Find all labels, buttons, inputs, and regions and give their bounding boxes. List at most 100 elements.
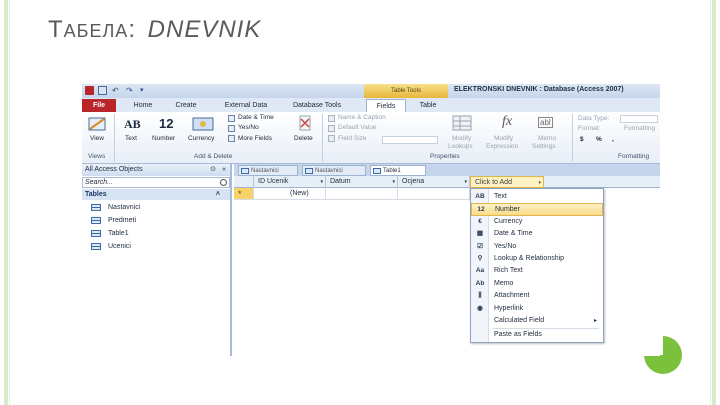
field-size-input[interactable]	[382, 136, 438, 144]
menu-item-attachment[interactable]: ⫼ Attachment	[471, 290, 603, 302]
nav-item-ucenici[interactable]: Ucenici	[82, 240, 230, 253]
menu-item-calculated-field[interactable]: Calculated Field ▸	[471, 315, 603, 327]
nav-item-table1[interactable]: Table1	[82, 227, 230, 240]
cell-ocjena[interactable]	[398, 188, 470, 200]
view-icon[interactable]	[87, 115, 109, 133]
click-to-add-header[interactable]: Click to Add ▾	[470, 176, 544, 188]
column-header-label: Ocjena	[402, 178, 425, 185]
cell-datum[interactable]	[326, 188, 398, 200]
tab-table[interactable]: Table	[410, 99, 446, 112]
slide-title-small: АБЕЛА	[63, 21, 129, 41]
access-window: ↶ ↷ ▾ Table Tools ELEKTRONSKI DNEVNIK : …	[82, 84, 660, 356]
comma-format-button[interactable]: ,	[612, 136, 614, 143]
nav-search-input[interactable]: Search...	[82, 177, 230, 188]
memo-settings-button[interactable]: Memo	[538, 135, 556, 142]
slide-title-sep: :	[128, 16, 136, 43]
more-fields-button[interactable]: More Fields	[238, 135, 272, 142]
menu-item-memo[interactable]: Ab Memo	[471, 278, 603, 290]
tab-database-tools[interactable]: Database Tools	[282, 99, 352, 112]
menu-item-lookup-relationship[interactable]: ⚲ Lookup & Relationship	[471, 253, 603, 265]
menu-item-yes-no[interactable]: ☑ Yes/No	[471, 241, 603, 253]
table-icon	[91, 204, 101, 211]
menu-item-paste-as-fields[interactable]: Paste as Fields	[471, 329, 603, 341]
tab-home[interactable]: Home	[126, 99, 160, 112]
nav-pane-header[interactable]: All Access Objects ⊙ «	[82, 164, 230, 176]
rich-text-icon: Aa	[475, 267, 485, 275]
redo-icon[interactable]: ↷	[126, 86, 135, 95]
column-header-id-ucenik[interactable]: ID Ucenik ▾	[254, 176, 326, 188]
nav-item-label: Nastavnici	[108, 204, 141, 211]
tab-external-data[interactable]: External Data	[216, 99, 276, 112]
collapse-chevron-icon[interactable]: ˄	[216, 189, 220, 200]
record-selector[interactable]: *	[234, 188, 254, 200]
doc-tab-label: Nastavnici	[315, 168, 343, 174]
delete-field-button[interactable]: Delete	[294, 135, 313, 142]
name-caption-button[interactable]: Name & Caption	[338, 114, 386, 121]
title-bar: ↶ ↷ ▾ Table Tools ELEKTRONSKI DNEVNIK : …	[82, 84, 660, 98]
sort-arrow-icon[interactable]: ▾	[464, 176, 467, 188]
memo-icon: Ab	[475, 279, 485, 287]
percent-format-button[interactable]: %	[596, 136, 602, 143]
sort-arrow-icon[interactable]: ▾	[392, 176, 395, 188]
format-select[interactable]: Formatting	[624, 125, 655, 132]
window-title: ELEKTRONSKI DNEVNIK : Database (Access 2…	[454, 86, 624, 93]
menu-item-date-time[interactable]: ▦ Date & Time	[471, 228, 603, 240]
tab-create[interactable]: Create	[168, 99, 204, 112]
currency-format-button[interactable]: $	[580, 136, 584, 143]
nav-group-tables[interactable]: Tables ˄	[82, 189, 230, 200]
currency-field-button[interactable]: Currency	[188, 135, 214, 142]
date-time-icon	[228, 115, 235, 122]
view-button[interactable]: View	[90, 135, 104, 142]
menu-item-label: Yes/No	[494, 242, 517, 250]
data-type-select[interactable]	[620, 115, 658, 123]
customize-qat-icon[interactable]: ▾	[140, 86, 149, 95]
select-all-cell[interactable]	[234, 176, 254, 188]
cell-id-ucenik[interactable]: (New)	[254, 188, 326, 200]
doc-tab-nastavnici[interactable]: Nastavnici	[238, 165, 298, 176]
formatting-group-label: Formatting	[618, 153, 650, 160]
shutter-bar-icon[interactable]: «	[222, 164, 226, 176]
fx-icon: fx	[502, 114, 513, 129]
menu-item-label: Attachment	[494, 292, 530, 300]
default-value-icon	[328, 125, 335, 132]
datasheet-header: ID Ucenik ▾ Datum ▾ Ocjena ▾ Click to Ad…	[234, 176, 660, 188]
menu-item-hyperlink[interactable]: ◉ Hyperlink	[471, 303, 603, 315]
nav-item-label: Predmeti	[108, 217, 137, 224]
nav-item-label: Table1	[108, 230, 129, 237]
column-header-datum[interactable]: Datum ▾	[326, 176, 398, 188]
currency-icon	[192, 117, 214, 131]
globe-link-icon: ◉	[477, 304, 483, 312]
field-size-icon	[328, 135, 335, 142]
doc-tab-table1[interactable]: Table1	[370, 165, 426, 176]
sort-arrow-icon[interactable]: ▾	[320, 176, 323, 188]
doc-tab-label: Table1	[383, 168, 401, 174]
modify-lookups-button[interactable]: Modify	[452, 135, 471, 142]
yes-no-button[interactable]: Yes/No	[238, 124, 259, 131]
nav-dropdown-icon[interactable]: ⊙	[210, 164, 216, 176]
menu-item-label: Memo	[494, 279, 514, 287]
tab-file[interactable]: File	[82, 99, 116, 112]
nav-item-predmeti[interactable]: Predmeti	[82, 214, 230, 227]
default-value-button[interactable]: Default Value	[338, 124, 377, 131]
views-group-label: Views	[88, 153, 106, 160]
menu-item-text[interactable]: AB Text	[471, 191, 603, 203]
number-field-button[interactable]: Number	[152, 135, 175, 142]
doc-tab-nastavnici-2[interactable]: Nastavnici	[302, 165, 366, 176]
slide-border-left	[4, 0, 8, 405]
save-icon[interactable]	[98, 86, 107, 95]
menu-item-rich-text[interactable]: Aa Rich Text	[471, 265, 603, 277]
search-icon[interactable]	[220, 179, 227, 186]
ribbon-tab-row: File Home Create External Data Database …	[82, 98, 660, 112]
menu-item-label: Paste as Fields	[494, 331, 542, 338]
table-icon	[91, 243, 101, 250]
menu-item-number[interactable]: 12 Number	[471, 203, 603, 216]
undo-icon[interactable]: ↶	[112, 86, 121, 95]
text-field-button[interactable]: Text	[125, 135, 137, 142]
column-header-ocjena[interactable]: Ocjena ▾	[398, 176, 470, 188]
paperclip-icon: ⫼	[478, 292, 482, 300]
tab-fields[interactable]: Fields	[366, 99, 406, 112]
modify-expression-button[interactable]: Modify	[494, 135, 513, 142]
nav-item-nastavnici[interactable]: Nastavnici	[82, 201, 230, 214]
date-time-button[interactable]: Date & Time	[238, 114, 274, 121]
menu-item-currency[interactable]: € Currency	[471, 216, 603, 228]
